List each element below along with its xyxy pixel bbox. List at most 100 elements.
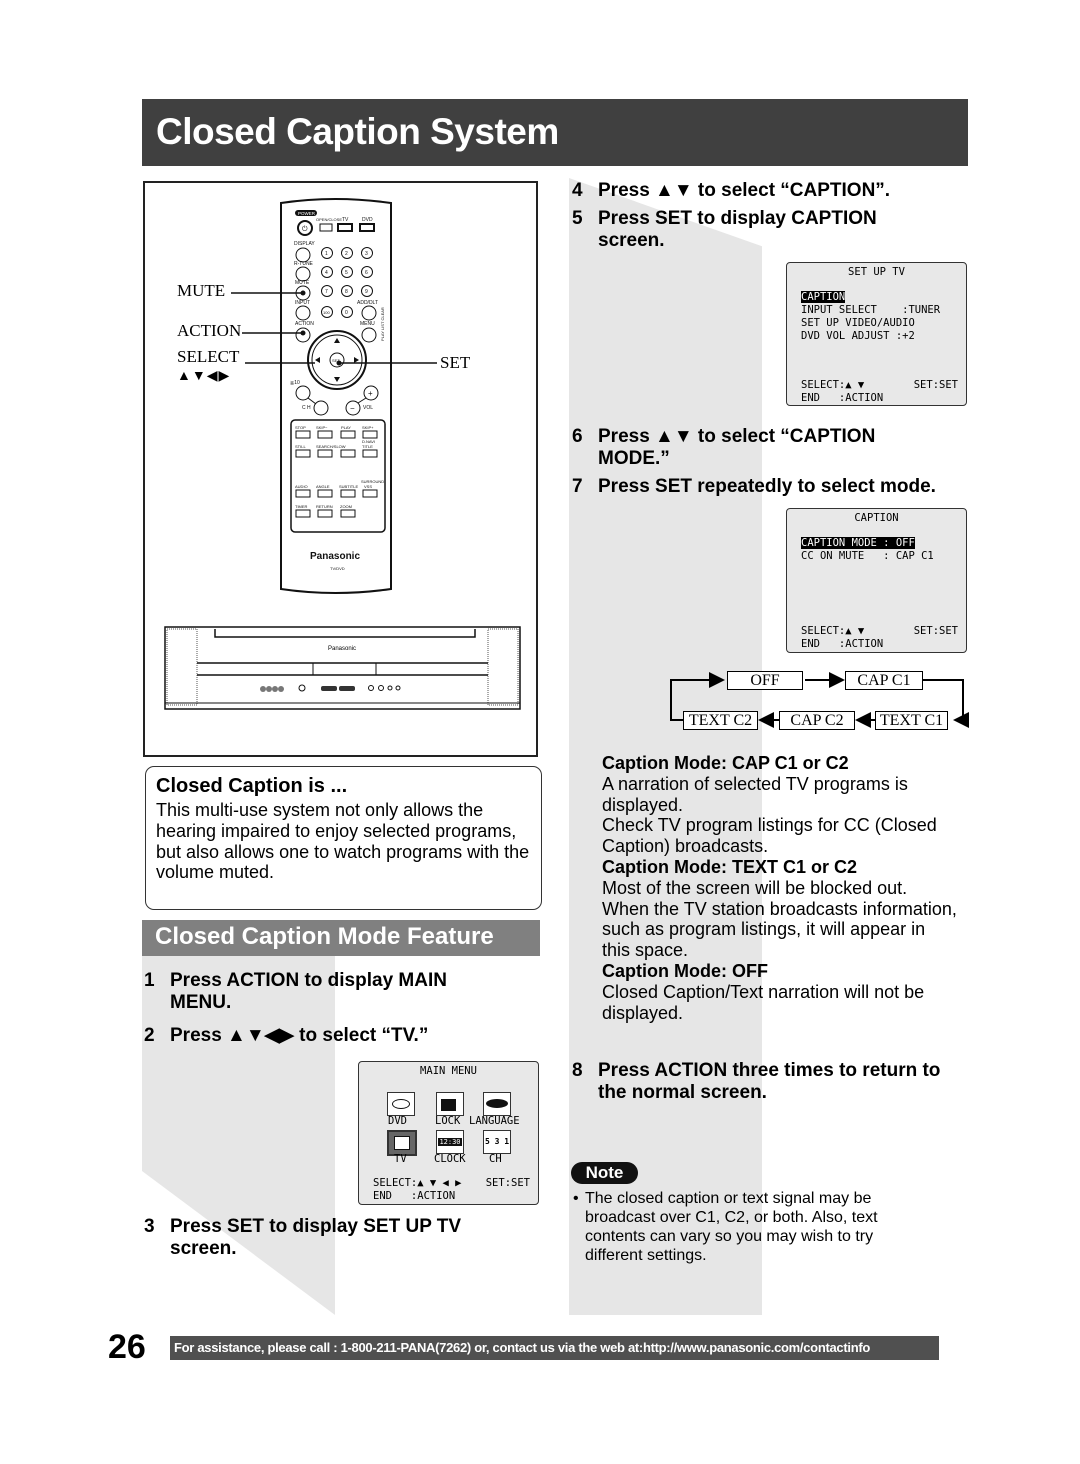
osd-select-hint: SELECT:▲ ▼	[801, 625, 865, 637]
svg-text:C H: C H	[302, 405, 311, 411]
svg-text:⏻: ⏻	[302, 225, 308, 233]
tv-front-panel: Panasonic	[164, 626, 521, 710]
mode-off: OFF	[727, 671, 803, 690]
callout-action: ACTION	[177, 321, 242, 340]
osd-row-dvd-vol: DVD VOL ADJUST :+2	[801, 330, 915, 342]
svg-text:2: 2	[345, 251, 348, 257]
svg-text:INPUT: INPUT	[295, 300, 310, 306]
svg-text:8: 8	[345, 289, 348, 295]
step-8: 8 Press ACTION three times to return to t…	[572, 1060, 941, 1103]
channel-icon: 5 3 1	[483, 1130, 511, 1154]
svg-text:1: 1	[325, 251, 328, 257]
osd-set-hint: SET:SET	[913, 379, 958, 391]
step-2: 2 Press ▲▼◀▶ to select “TV.”	[144, 1025, 429, 1046]
svg-text:0: 0	[345, 310, 348, 316]
svg-text:OPEN/CLOSE: OPEN/CLOSE	[316, 217, 342, 222]
menu-label-dvd: DVD	[388, 1115, 407, 1127]
info-box: Closed Caption is ... This multi-use sys…	[145, 766, 542, 910]
osd-set-hint: SET:SET	[485, 1177, 530, 1189]
note-badge: Note	[571, 1162, 638, 1184]
callout-mute: MUTE	[177, 281, 226, 300]
step-5: 5 Press SET to display CAPTION screen.	[572, 208, 877, 251]
mode-cap-c2: CAP C2	[779, 711, 855, 730]
svg-text:PLAY: PLAY	[341, 425, 351, 430]
power-label: POWER	[298, 211, 316, 216]
disc-icon	[387, 1092, 415, 1116]
note-bullet: •	[573, 1190, 579, 1207]
menu-label-lock: LOCK	[435, 1115, 461, 1127]
mode-feature-banner: Closed Caption Mode Feature	[142, 920, 540, 956]
svg-text:−: −	[350, 404, 355, 413]
svg-text:SKIP−: SKIP−	[316, 425, 328, 430]
mode-desc-text-text: Most of the screen will be blocked out. …	[602, 877, 957, 961]
svg-text:RETURN: RETURN	[316, 504, 333, 509]
osd-title: SET UP TV	[848, 266, 905, 278]
svg-text:ZOOM: ZOOM	[340, 504, 352, 509]
svg-text:3: 3	[365, 251, 368, 257]
setup-tv-osd: SET UP TV CAPTION INPUT SELECT :TUNER SE…	[786, 262, 967, 406]
svg-text:PLAY LIST CLEAR: PLAY LIST CLEAR	[380, 307, 385, 341]
info-body: This multi-use system not only allows th…	[156, 800, 530, 883]
svg-text:TV: TV	[342, 217, 349, 223]
remote-illustration-box: POWER ⏻ OPEN/CLOSE TV DVD DISPLAY 1 2 3 …	[143, 181, 538, 757]
callout-set: SET	[440, 353, 471, 372]
osd-row-caption-mode: CAPTION MODE : OFF	[801, 537, 915, 549]
osd-end-hint: END :ACTION	[373, 1190, 456, 1202]
osd-row-caption: CAPTION	[801, 291, 846, 303]
title-banner: Closed Caption System	[142, 99, 968, 166]
svg-text:+: +	[368, 389, 373, 398]
footer-bar: For assistance, please call : 1-800-211-…	[170, 1336, 939, 1360]
osd-select-hint: SELECT:▲ ▼	[801, 379, 865, 391]
svg-text:5: 5	[345, 270, 348, 276]
remote-and-tv-illustration: POWER ⏻ OPEN/CLOSE TV DVD DISPLAY 1 2 3 …	[164, 198, 521, 710]
osd-row-cc-on-mute: CC ON MUTE : CAP C1	[801, 550, 934, 562]
mode-text-c1: TEXT C1	[875, 711, 948, 730]
mode-desc-cap-text: A narration of selected TV programs is d…	[602, 773, 937, 857]
lock-icon	[436, 1092, 464, 1116]
mode-desc-text-heading: Caption Mode: TEXT C1 or C2	[602, 856, 858, 877]
svg-text:9: 9	[365, 289, 368, 295]
svg-text:100: 100	[323, 310, 330, 315]
tv-brand: Panasonic	[328, 646, 356, 652]
svg-text:SUBTITLE: SUBTITLE	[339, 484, 358, 489]
menu-label-tv: TV	[394, 1153, 407, 1165]
svg-text:AUDIO: AUDIO	[295, 484, 308, 489]
mode-cap-c1: CAP C1	[845, 671, 923, 690]
svg-text:SKIP+: SKIP+	[362, 425, 374, 430]
svg-text:MUTE: MUTE	[295, 280, 310, 286]
menu-label-clock: CLOCK	[434, 1153, 466, 1165]
remote-brand: Panasonic	[310, 551, 360, 562]
mode-desc-off-heading: Caption Mode: OFF	[602, 960, 768, 981]
osd-row-input-select: INPUT SELECT :TUNER	[801, 304, 941, 316]
main-menu-osd: MAIN MENU DVD LOCK LANGUAGE 12:30 5 3 1 …	[358, 1061, 539, 1205]
svg-text:STILL: STILL	[295, 444, 306, 449]
step-3: 3 Press SET to display SET UP TV screen.	[144, 1216, 462, 1259]
osd-select-hint: SELECT:▲ ▼ ◀ ▶	[373, 1177, 462, 1189]
svg-text:VOL: VOL	[363, 405, 373, 411]
remote-model: TV/DVD	[330, 566, 345, 571]
svg-text:ADD/DLT: ADD/DLT	[357, 300, 378, 306]
svg-text:SEARCH/SLOW: SEARCH/SLOW	[316, 444, 346, 449]
svg-text:VSS: VSS	[364, 484, 372, 489]
mode-desc-cap-heading: Caption Mode: CAP C1 or C2	[602, 753, 849, 773]
svg-text:MENU: MENU	[360, 321, 375, 327]
svg-text:ANGLE: ANGLE	[316, 484, 330, 489]
menu-label-ch: CH	[489, 1153, 502, 1165]
mode-desc-off-text: Closed Caption/Text narration will not b…	[602, 981, 925, 1023]
page-title: Closed Caption System	[156, 111, 559, 152]
info-heading: Closed Caption is ...	[156, 775, 348, 797]
lips-icon	[483, 1092, 511, 1116]
page-number: 26	[108, 1328, 146, 1366]
svg-text:7: 7	[325, 289, 328, 295]
svg-text:4: 4	[325, 270, 328, 276]
step-4: 4 Press ▲▼ to select “CAPTION”.	[572, 180, 891, 201]
osd-title: CAPTION	[854, 512, 899, 524]
osd-end-hint: END :ACTION	[801, 638, 884, 650]
svg-text:≧10: ≧10	[290, 380, 300, 386]
svg-text:ACTION: ACTION	[295, 321, 314, 327]
callout-select: SELECT	[177, 347, 240, 366]
svg-text:R-TUNE: R-TUNE	[294, 261, 314, 267]
footer-text: For assistance, please call : 1-800-211-…	[174, 1340, 870, 1355]
svg-text:STOP: STOP	[295, 425, 306, 430]
svg-text:TITLE: TITLE	[362, 444, 373, 449]
